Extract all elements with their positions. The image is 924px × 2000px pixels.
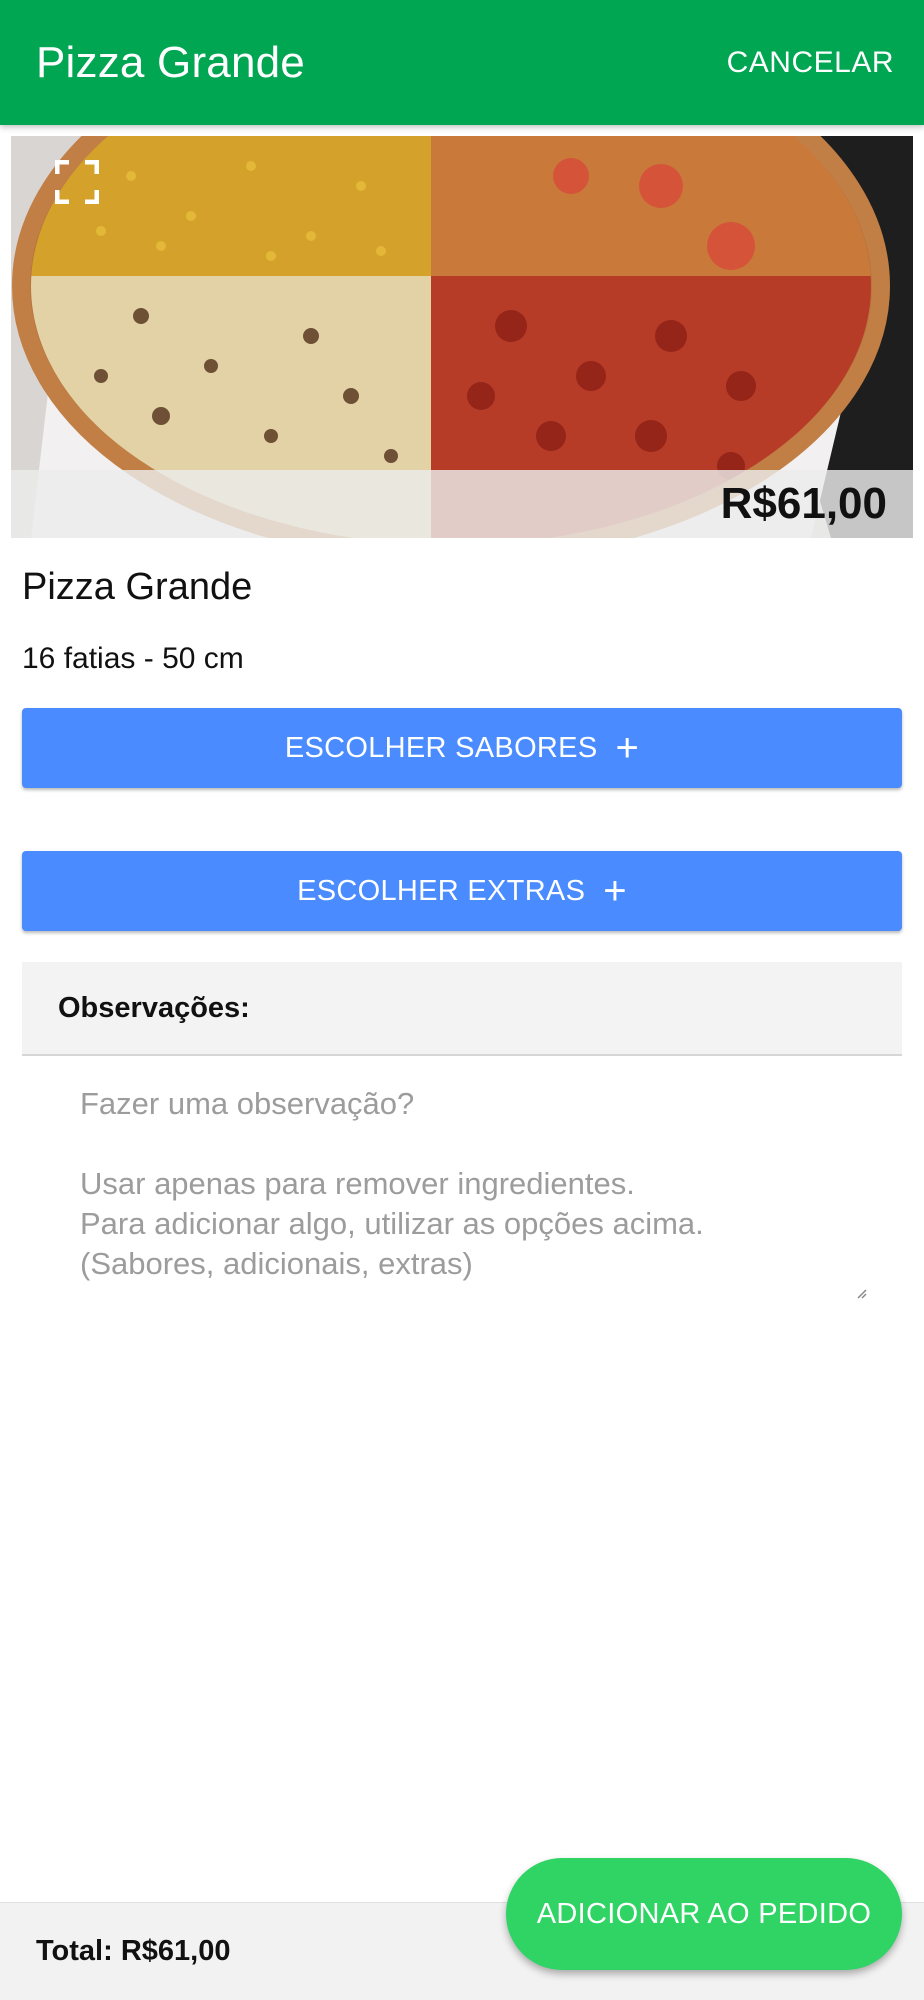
plus-icon: + <box>603 869 627 913</box>
fullscreen-icon[interactable] <box>55 160 99 204</box>
observations-textarea[interactable] <box>22 1058 902 1298</box>
product-price: R$61,00 <box>720 479 887 528</box>
observations-header: Observações: <box>22 962 902 1056</box>
app-bar: Pizza Grande CANCELAR <box>0 0 924 125</box>
choose-extras-button[interactable]: ESCOLHER EXTRAS + <box>22 851 902 931</box>
app-screen: Pizza Grande CANCELAR R$61,00 Pizza Gran… <box>0 0 924 2000</box>
product-description: 16 fatias - 50 cm <box>22 642 244 675</box>
price-strip: R$61,00 <box>11 470 913 538</box>
plus-icon: + <box>615 726 640 770</box>
product-name: Pizza Grande <box>22 566 253 608</box>
choose-flavors-label: ESCOLHER SABORES <box>284 731 598 764</box>
order-total: Total: R$61,00 <box>36 1935 231 1967</box>
observations-label: Observações: <box>58 991 250 1024</box>
choose-extras-label: ESCOLHER EXTRAS <box>297 874 586 907</box>
add-to-order-button[interactable]: ADICIONAR AO PEDIDO <box>506 1858 902 1970</box>
product-image[interactable]: R$61,00 <box>11 136 913 538</box>
page-title: Pizza Grande <box>36 37 305 87</box>
choose-flavors-button[interactable]: ESCOLHER SABORES + <box>22 708 902 788</box>
resize-handle-icon[interactable] <box>856 1288 868 1300</box>
cancel-button[interactable]: CANCELAR <box>727 46 894 80</box>
